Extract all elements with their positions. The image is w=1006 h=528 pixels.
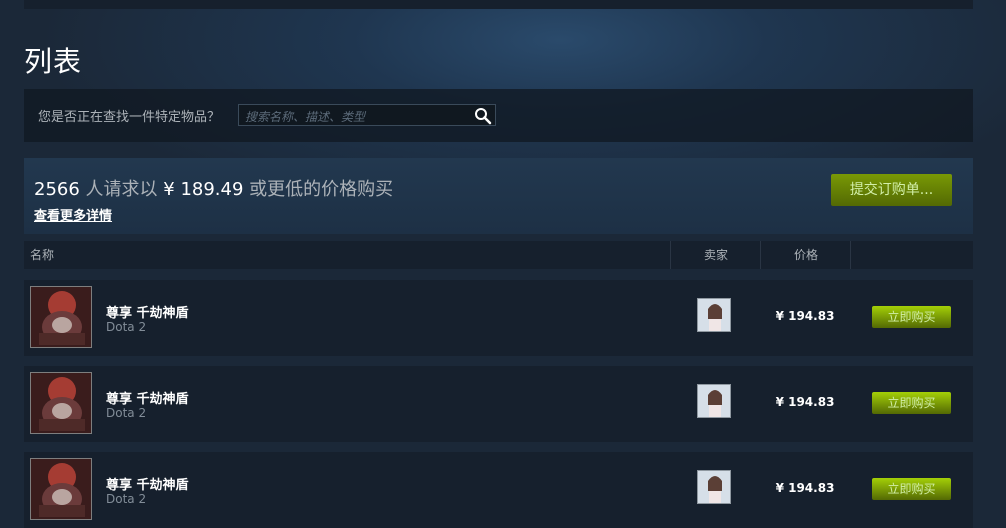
item-image — [31, 287, 91, 347]
item-thumbnail[interactable] — [30, 372, 92, 434]
buy-order-panel: 2566 人请求以 ¥ 189.49 或更低的价格购买 查看更多详情 提交订购单… — [24, 158, 973, 234]
item-game: Dota 2 — [106, 320, 147, 334]
listing-row: 尊享 千劫神盾 Dota 2 ¥ 194.83 立即购买 — [24, 280, 973, 356]
seller-avatar[interactable] — [697, 470, 731, 504]
top-strip — [24, 0, 973, 9]
page-title: 列表 — [24, 45, 83, 78]
item-game: Dota 2 — [106, 406, 147, 420]
listing-price: ¥ 194.83 — [775, 309, 835, 323]
buy-now-button[interactable]: 立即购买 — [872, 306, 951, 328]
avatar-image — [698, 471, 730, 503]
place-buy-order-button[interactable]: 提交订购单... — [831, 174, 952, 206]
column-header-name: 名称 — [30, 248, 55, 262]
listing-price: ¥ 194.83 — [775, 395, 835, 409]
column-header-seller: 卖家 — [670, 241, 761, 269]
seller-avatar[interactable] — [697, 384, 731, 418]
buy-order-count: 2566 — [34, 179, 80, 200]
item-image — [31, 373, 91, 433]
item-name[interactable]: 尊享 千劫神盾 — [106, 388, 189, 407]
item-name[interactable]: 尊享 千劫神盾 — [106, 302, 189, 321]
buy-now-button[interactable]: 立即购买 — [872, 392, 951, 414]
search-panel: 您是否正在查找一件特定物品？ 搜索名称、描述、类型 — [24, 89, 973, 142]
column-header-price: 价格 — [760, 241, 851, 269]
search-input[interactable]: 搜索名称、描述、类型 — [238, 104, 496, 126]
view-details-link[interactable]: 查看更多详情 — [34, 205, 112, 224]
listing-row: 尊享 千劫神盾 Dota 2 ¥ 194.83 立即购买 — [24, 366, 973, 442]
column-header-action — [850, 241, 974, 269]
listing-table-header: 名称 卖家 价格 — [24, 241, 973, 269]
avatar-image — [698, 385, 730, 417]
avatar-image — [698, 299, 730, 331]
item-image — [31, 459, 91, 519]
buy-order-summary: 2566 人请求以 ¥ 189.49 或更低的价格购买 — [34, 175, 393, 201]
item-game: Dota 2 — [106, 492, 147, 506]
listing-price: ¥ 194.83 — [775, 481, 835, 495]
search-icon[interactable] — [474, 107, 492, 125]
buy-order-price: ¥ 189.49 — [163, 179, 244, 200]
buy-now-button[interactable]: 立即购买 — [872, 478, 951, 500]
buy-order-text-end: 或更低的价格购买 — [243, 179, 394, 200]
item-thumbnail[interactable] — [30, 458, 92, 520]
search-label: 您是否正在查找一件特定物品？ — [38, 110, 221, 125]
item-thumbnail[interactable] — [30, 286, 92, 348]
seller-avatar[interactable] — [697, 298, 731, 332]
listing-row: 尊享 千劫神盾 Dota 2 ¥ 194.83 立即购买 — [24, 452, 973, 528]
search-placeholder: 搜索名称、描述、类型 — [245, 110, 366, 124]
item-name[interactable]: 尊享 千劫神盾 — [106, 474, 189, 493]
buy-order-text: 人请求以 — [79, 179, 164, 200]
